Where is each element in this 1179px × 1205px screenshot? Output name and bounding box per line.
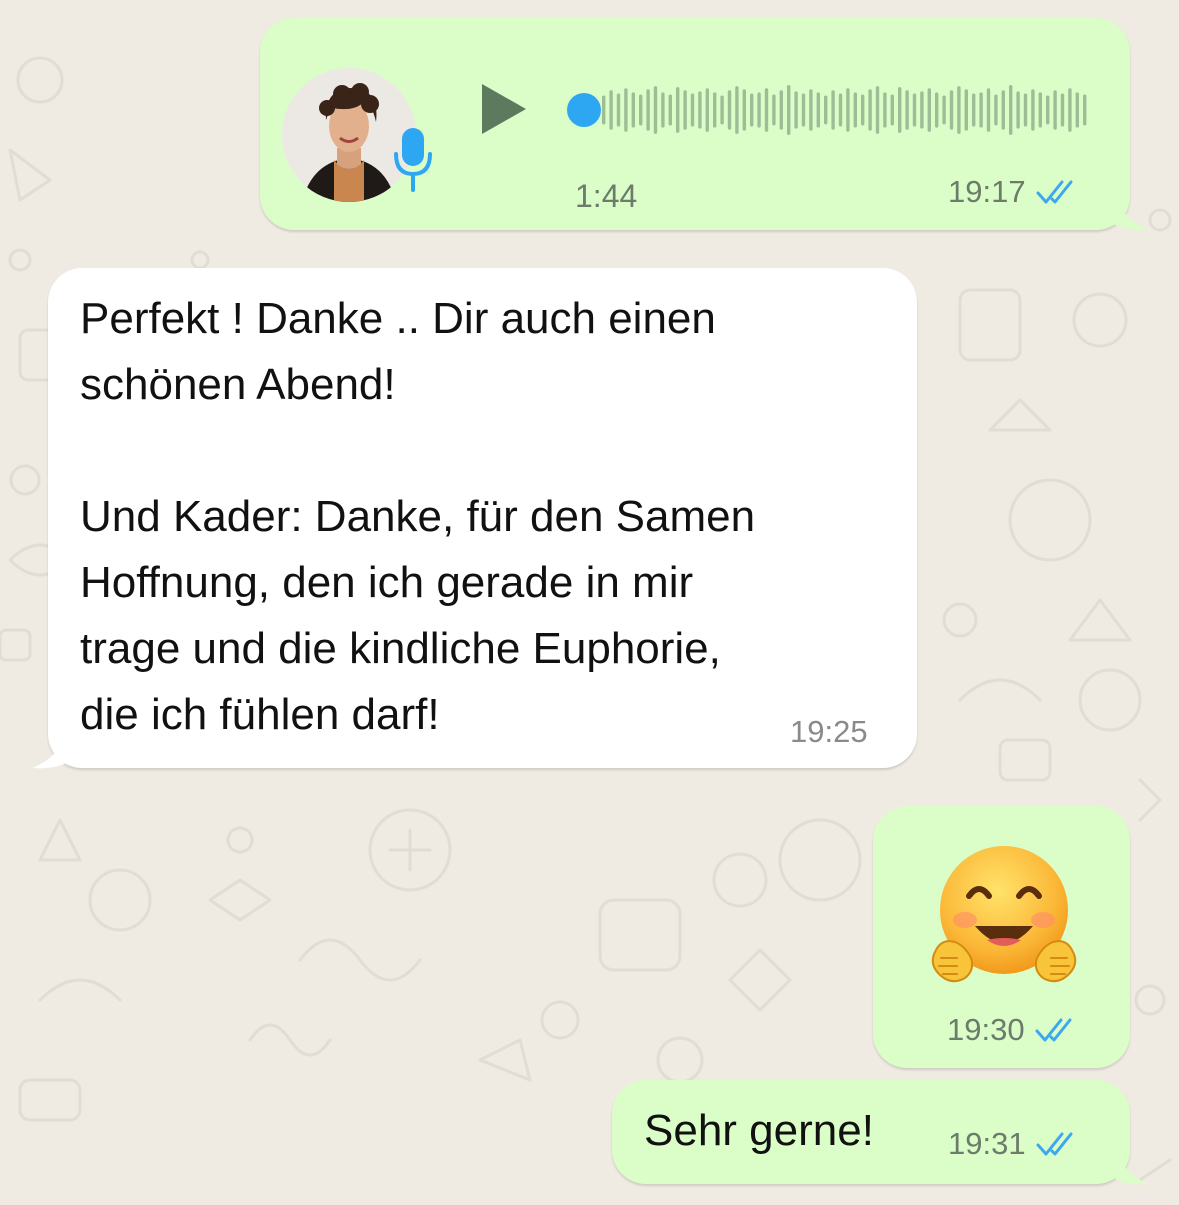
waveform-bar bbox=[979, 92, 983, 128]
waveform-bar bbox=[853, 92, 857, 128]
waveform-bar bbox=[735, 86, 739, 134]
message-meta: 19:31 bbox=[948, 1126, 1080, 1162]
waveform-bar bbox=[905, 90, 909, 130]
waveform-bar bbox=[1038, 92, 1042, 128]
waveform-bar bbox=[772, 94, 776, 126]
message-text: Sehr gerne! bbox=[644, 1106, 874, 1155]
waveform-bar bbox=[846, 88, 850, 132]
waveform-bar bbox=[787, 85, 791, 135]
voice-duration: 1:44 bbox=[575, 178, 638, 214]
waveform-bar bbox=[898, 87, 902, 133]
waveform-bar bbox=[1060, 93, 1065, 127]
waveform-bar bbox=[646, 89, 650, 131]
waveform-bar bbox=[972, 93, 976, 127]
waveform-bar bbox=[942, 95, 946, 125]
waveform-bar bbox=[875, 86, 880, 134]
bubble-tail bbox=[1110, 190, 1148, 231]
waveform-bar bbox=[912, 93, 917, 127]
play-icon[interactable] bbox=[478, 80, 530, 138]
waveform-bar bbox=[1031, 89, 1035, 131]
waveform-bar bbox=[1016, 91, 1020, 129]
waveform-bar bbox=[639, 94, 643, 126]
waveform-bar bbox=[861, 94, 865, 126]
waveform-bar bbox=[883, 92, 887, 128]
double-check-read-icon bbox=[1035, 1018, 1072, 1042]
waveform-bar bbox=[794, 91, 798, 129]
message-meta: 19:25 bbox=[790, 714, 868, 750]
microphone-icon bbox=[394, 128, 432, 192]
waveform-bar bbox=[624, 88, 628, 132]
message-text: Perfekt ! Danke .. Dir auch einen schöne… bbox=[80, 294, 756, 739]
waveform-bar bbox=[764, 88, 769, 132]
double-check-read-icon bbox=[1036, 1132, 1073, 1156]
waveform-bar bbox=[824, 95, 828, 125]
waveform-bar bbox=[602, 95, 606, 125]
bubble-tail bbox=[32, 728, 72, 769]
waveform-bar bbox=[964, 89, 968, 131]
message-meta: 19:30 bbox=[947, 1012, 1079, 1048]
waveform-bar bbox=[868, 89, 872, 131]
waveform-bar bbox=[757, 92, 761, 128]
waveform-bar bbox=[750, 93, 754, 127]
waveform-bar bbox=[1009, 85, 1013, 135]
waveform-bar bbox=[957, 86, 961, 134]
playback-position-handle[interactable] bbox=[567, 93, 601, 127]
emoji-message-bubble[interactable]: 19:30 bbox=[873, 806, 1130, 1068]
waveform-bar bbox=[779, 90, 783, 130]
message-time: 19:17 bbox=[948, 174, 1026, 209]
waveform-bar bbox=[838, 93, 843, 127]
waveform-bar bbox=[920, 91, 924, 129]
waveform-bar bbox=[809, 89, 813, 131]
waveform-bar bbox=[994, 94, 998, 126]
waveform-bar bbox=[616, 93, 621, 127]
waveform-bar bbox=[986, 88, 991, 132]
waveform-bar bbox=[816, 92, 820, 128]
waveform-bar bbox=[653, 86, 658, 134]
waveform-bar bbox=[720, 95, 724, 125]
double-check-read-icon bbox=[1036, 180, 1073, 204]
voice-message-bubble[interactable]: 1:44 19:17 bbox=[260, 18, 1130, 230]
waveform-bar bbox=[609, 90, 613, 130]
waveform-bar bbox=[935, 92, 939, 128]
waveform-bar bbox=[742, 89, 746, 131]
waveform-bar bbox=[890, 94, 894, 126]
waveform-bar bbox=[1068, 88, 1072, 132]
waveform-bar bbox=[690, 93, 695, 127]
waveform-bar bbox=[713, 92, 717, 128]
waveform-bar bbox=[1023, 93, 1028, 127]
waveform-bar bbox=[949, 90, 954, 130]
waveform-bar bbox=[705, 88, 709, 132]
message-meta: 19:17 bbox=[948, 174, 1080, 210]
waveform-bar bbox=[1001, 90, 1005, 130]
waveform-bar bbox=[1083, 94, 1087, 126]
waveform-bar bbox=[631, 92, 635, 128]
waveform-bar bbox=[1046, 95, 1050, 125]
incoming-message-bubble[interactable]: Perfekt ! Danke .. Dir auch einen schöne… bbox=[48, 268, 917, 768]
voice-waveform[interactable] bbox=[566, 82, 1091, 138]
outgoing-message-bubble[interactable]: Sehr gerne! 19:31 bbox=[612, 1080, 1130, 1184]
waveform-bar bbox=[676, 87, 680, 133]
waveform-bar bbox=[668, 94, 672, 126]
message-time: 19:30 bbox=[947, 1012, 1025, 1047]
waveform-bar bbox=[1075, 92, 1079, 128]
waveform-bar bbox=[1053, 90, 1057, 130]
waveform-bar bbox=[661, 92, 665, 128]
waveform-bar bbox=[683, 90, 687, 130]
waveform-bar bbox=[801, 93, 806, 127]
waveform-bar bbox=[698, 91, 702, 129]
message-time: 19:31 bbox=[948, 1126, 1026, 1161]
message-time: 19:25 bbox=[790, 714, 868, 749]
waveform-bar bbox=[831, 90, 835, 130]
bubble-tail bbox=[1110, 1144, 1148, 1185]
waveform-bar bbox=[727, 90, 732, 130]
waveform-bar bbox=[927, 88, 931, 132]
hugging-face-emoji bbox=[931, 846, 1077, 983]
